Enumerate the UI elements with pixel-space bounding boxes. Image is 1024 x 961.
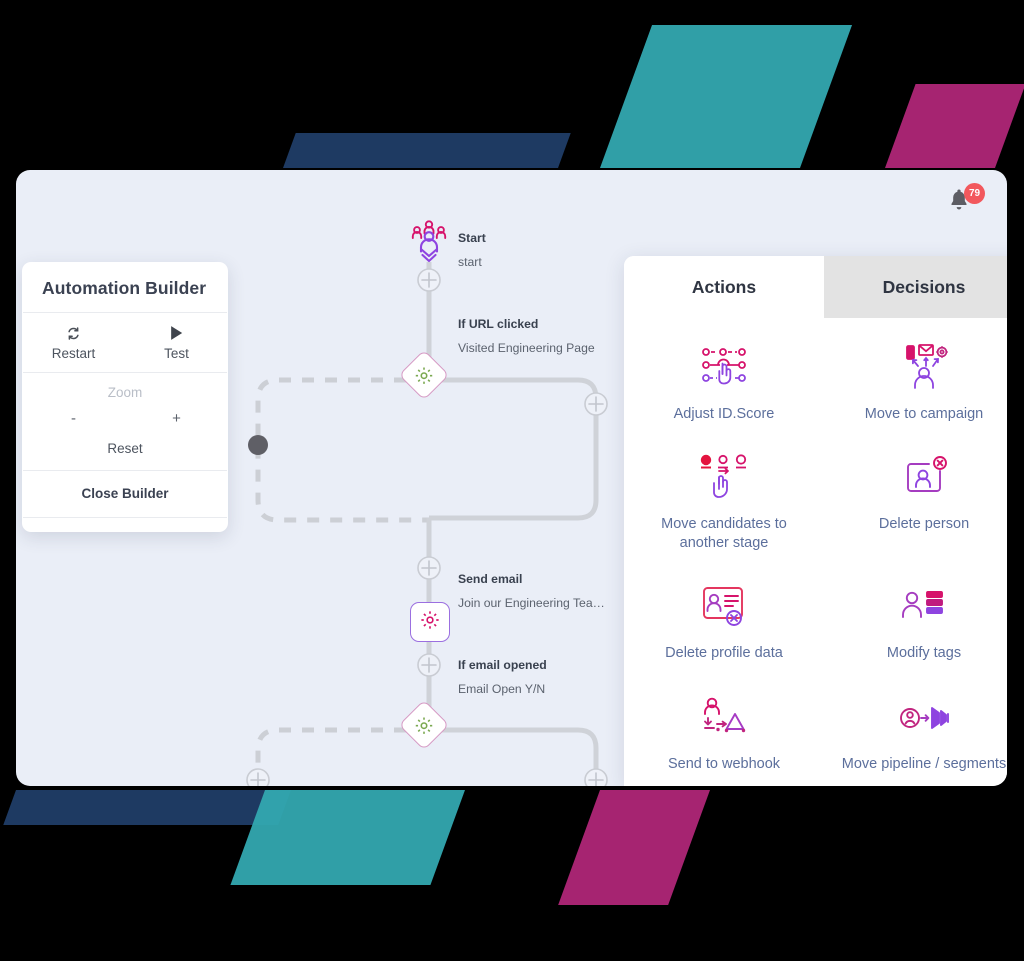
action-item-adjust-id-score[interactable]: Adjust ID.Score	[624, 324, 824, 434]
move-to-campaign-icon	[897, 340, 951, 396]
audience-start-icon	[411, 220, 447, 263]
decor-parallelogram-magenta-bottom	[558, 790, 710, 905]
test-button[interactable]: Test	[125, 313, 228, 372]
action-item-move-candidates[interactable]: Move candidates to another stage	[624, 434, 824, 563]
actions-decisions-panel: Actions Decisions Adjust ID.Score Move t…	[624, 256, 1007, 786]
automation-builder-app-card: 79 Automation Builder Restart Test Zoom …	[16, 170, 1007, 786]
restart-icon	[22, 323, 125, 343]
builder-action-row: Restart Test	[22, 313, 228, 372]
decision-diamond	[398, 349, 450, 401]
send-to-webhook-icon	[698, 690, 750, 746]
delete-person-icon	[899, 450, 949, 506]
gear-icon	[419, 609, 441, 636]
decor-parallelogram-navy-top	[283, 133, 571, 168]
decor-parallelogram-teal-top	[600, 25, 853, 168]
zoom-in-button[interactable]: +	[125, 410, 228, 427]
tab-decisions[interactable]: Decisions	[824, 256, 1007, 318]
divider	[23, 517, 227, 518]
decor-parallelogram-navy-bottom	[3, 790, 291, 825]
flow-node-send-email[interactable]	[410, 602, 450, 642]
decor-parallelogram-magenta-top	[885, 84, 1024, 168]
action-item-move-to-campaign[interactable]: Move to campaign	[824, 324, 1007, 434]
panel-title: Automation Builder	[42, 278, 207, 298]
panel-tabs: Actions Decisions	[624, 256, 1007, 318]
gear-icon	[414, 715, 435, 736]
action-label: Move pipeline / segments	[841, 755, 1007, 772]
action-item-modify-tags[interactable]: Modify tags	[824, 563, 1007, 673]
flow-node-if-email-opened-labels: If email opened Email Open Y/N	[458, 658, 547, 696]
action-label: Delete profile data	[665, 645, 783, 662]
automation-builder-panel: Automation Builder Restart Test Zoom - +…	[22, 262, 228, 532]
action-label: Adjust ID.Score	[673, 406, 775, 422]
tab-actions[interactable]: Actions	[624, 256, 824, 318]
flow-node-send-email-labels: Send email Join our Engineering Tea…	[458, 572, 605, 610]
action-item-move-pipeline-segments[interactable]: Move pipeline / segments	[824, 674, 1007, 784]
gear-icon	[414, 365, 435, 386]
action-item-delete-profile-data[interactable]: Delete profile data	[624, 563, 824, 673]
zoom-section-label: Zoom	[107, 385, 143, 400]
zoom-out-button[interactable]: -	[22, 410, 125, 427]
decor-parallelogram-teal-bottom	[230, 790, 465, 885]
action-label: Move candidates to another stage	[661, 516, 787, 552]
action-label: Send to webhook	[667, 755, 781, 772]
action-item-delete-person[interactable]: Delete person	[824, 434, 1007, 563]
modify-tags-icon	[899, 579, 949, 635]
restart-button[interactable]: Restart	[22, 313, 125, 372]
move-pipeline-icon	[897, 690, 951, 746]
close-builder-button[interactable]: Close Builder	[22, 471, 228, 517]
move-candidates-icon	[697, 450, 751, 506]
test-label: Test	[164, 346, 189, 361]
flow-node-start[interactable]	[405, 218, 453, 271]
screenshot-stage: 79 Automation Builder Restart Test Zoom …	[0, 0, 1024, 961]
play-icon	[125, 323, 228, 343]
adjust-score-icon	[697, 340, 751, 396]
zoom-controls: - +	[22, 400, 228, 433]
action-label: Delete person	[878, 516, 970, 533]
action-label: Move to campaign	[864, 406, 984, 422]
flow-node-start-labels: Start start	[458, 231, 486, 269]
action-label: Modify tags	[886, 645, 962, 662]
restart-label: Restart	[51, 346, 96, 361]
flow-node-if-email-opened[interactable]	[398, 699, 450, 751]
actions-grid: Adjust ID.Score Move to campaign Move ca…	[624, 318, 1007, 784]
flow-node-if-url-clicked-labels: If URL clicked Visited Engineering Page	[458, 317, 595, 355]
flow-node-if-url-clicked[interactable]	[398, 349, 450, 401]
action-item-send-to-webhook[interactable]: Send to webhook	[624, 674, 824, 784]
action-square	[410, 602, 450, 642]
decision-diamond	[398, 699, 450, 751]
zoom-reset-button[interactable]: Reset	[22, 433, 228, 470]
drag-handle-icon	[248, 435, 268, 455]
delete-profile-data-icon	[698, 579, 750, 635]
